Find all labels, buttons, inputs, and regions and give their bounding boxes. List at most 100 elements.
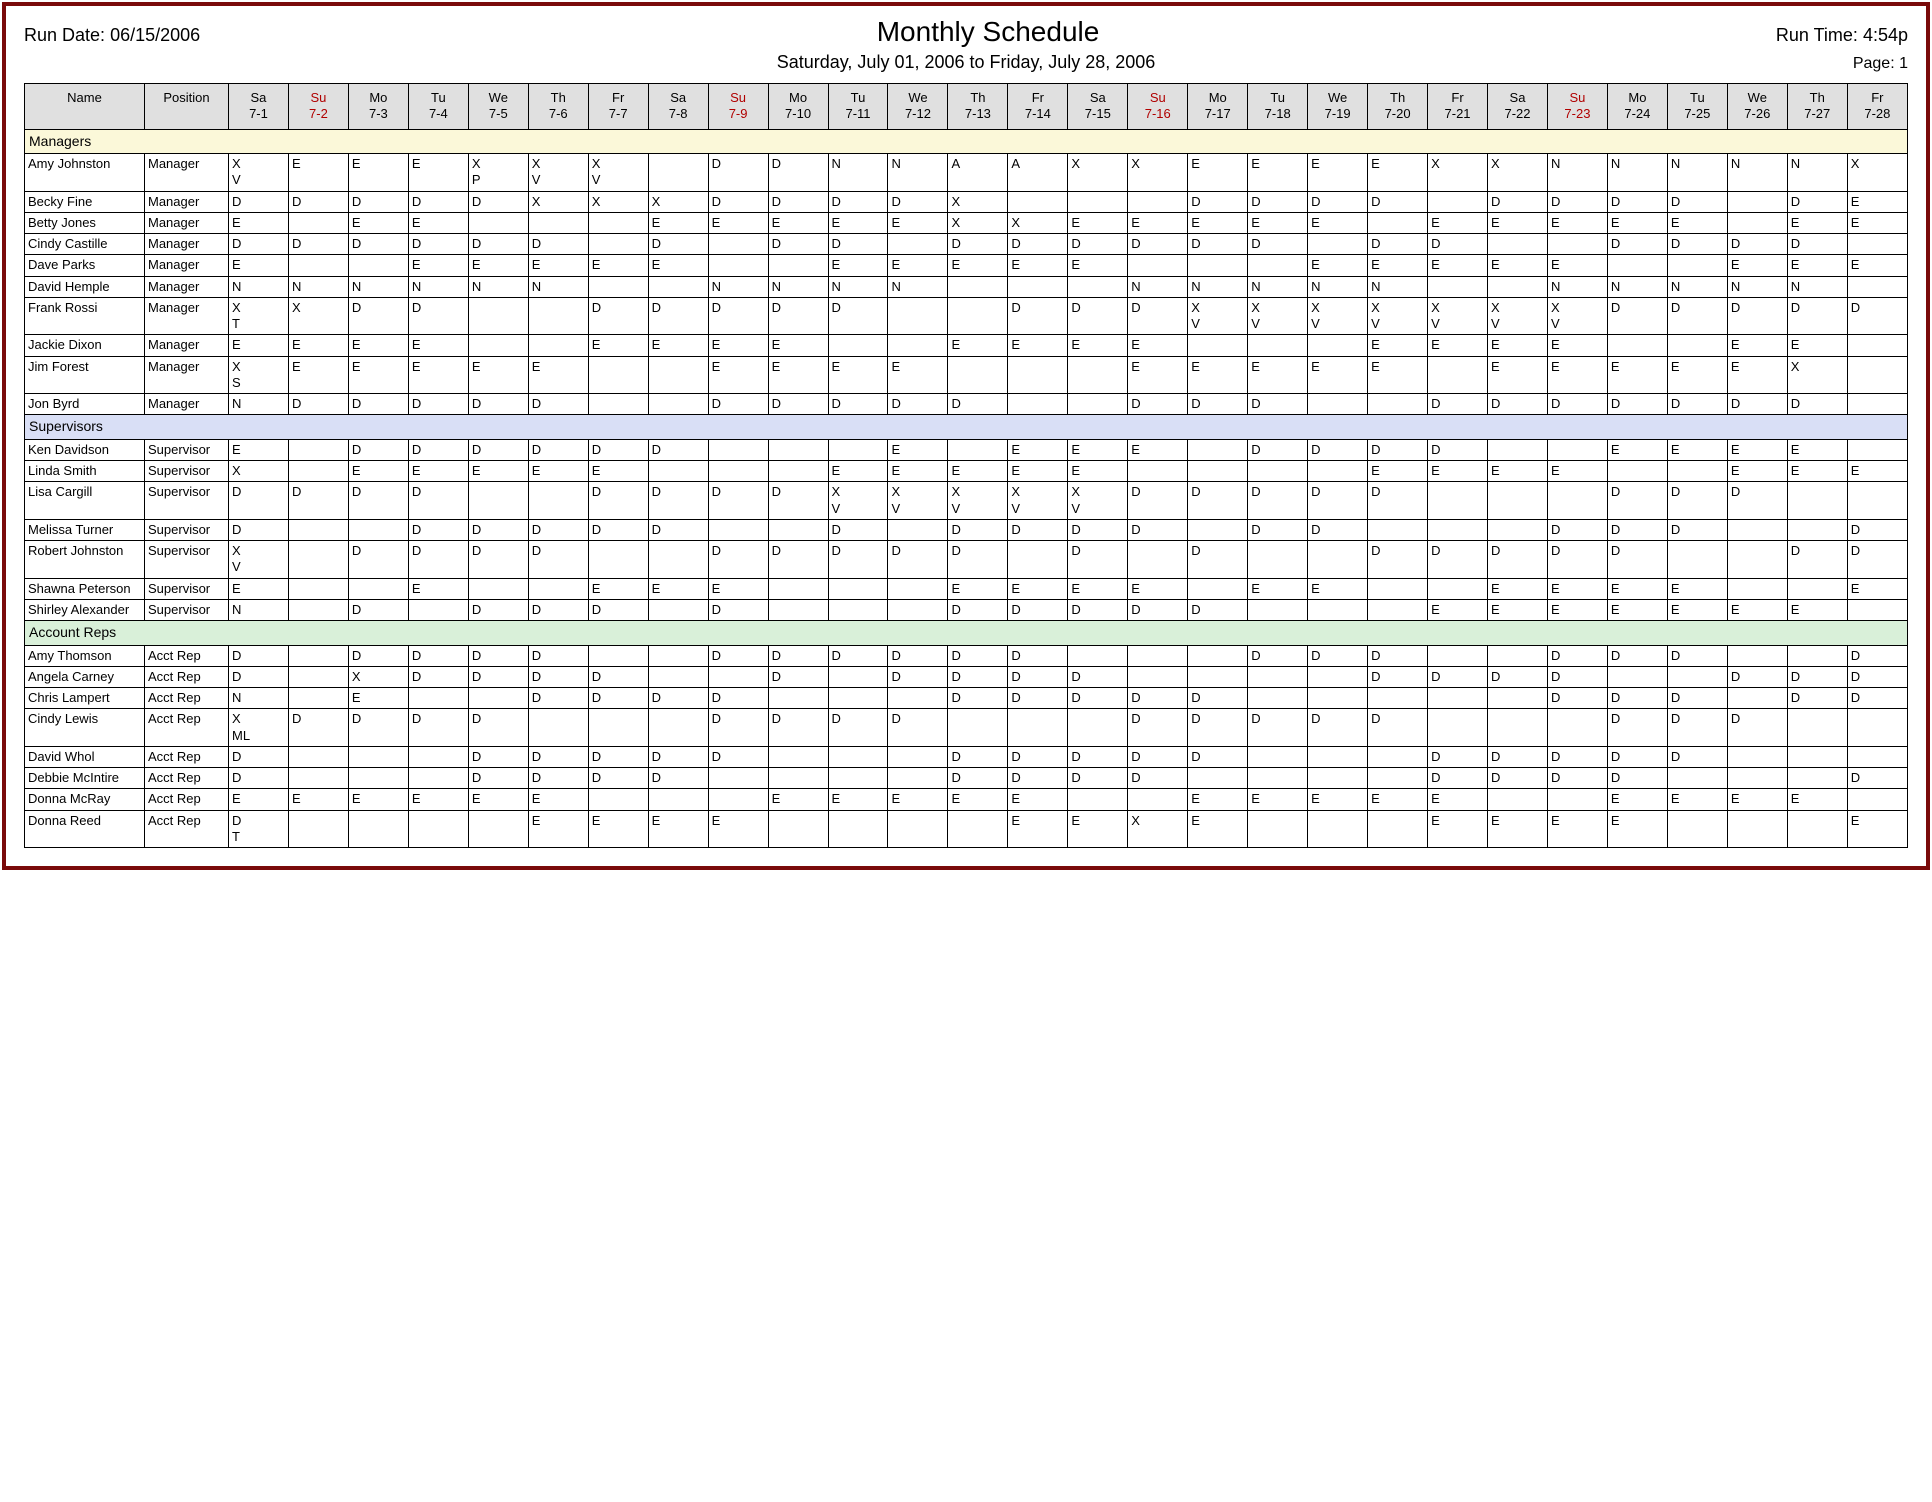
schedule-cell [288, 212, 348, 233]
col-day: Su7-16 [1128, 84, 1188, 130]
schedule-cell: E [528, 810, 588, 848]
schedule-cell [888, 578, 948, 599]
employee-name: Cindy Lewis [25, 709, 145, 747]
schedule-cell: E [1607, 810, 1667, 848]
schedule-cell: D [288, 191, 348, 212]
schedule-cell: D [468, 234, 528, 255]
schedule-cell: X V [828, 482, 888, 520]
schedule-cell: E [1727, 599, 1787, 620]
day-abbr: Tu [1250, 90, 1305, 106]
employee-position: Supervisor [145, 541, 229, 579]
schedule-cell: D [708, 688, 768, 709]
col-day: Sa7-15 [1068, 84, 1128, 130]
day-date: 7-15 [1085, 106, 1111, 121]
schedule-cell [1128, 666, 1188, 687]
schedule-cell [1428, 356, 1488, 394]
schedule-cell [1547, 482, 1607, 520]
schedule-cell: X ML [229, 709, 289, 747]
schedule-cell: X [288, 297, 348, 335]
schedule-cell [648, 154, 708, 192]
report-title: Monthly Schedule [200, 16, 1776, 48]
schedule-cell [288, 645, 348, 666]
schedule-cell [1248, 541, 1308, 579]
schedule-cell: D [708, 394, 768, 415]
schedule-cell [1488, 709, 1548, 747]
schedule-cell: E [528, 461, 588, 482]
schedule-cell [588, 394, 648, 415]
day-date: 7-1 [249, 106, 268, 121]
schedule-cell [708, 519, 768, 540]
schedule-cell: D [1607, 482, 1667, 520]
employee-position: Acct Rep [145, 746, 229, 767]
schedule-cell [348, 768, 408, 789]
col-day: Th7-6 [528, 84, 588, 130]
day-abbr: Su [291, 90, 346, 106]
schedule-cell: D [348, 599, 408, 620]
schedule-cell [588, 541, 648, 579]
table-row: Jackie DixonManagerEEEEEEEEEEEEEEEEEE [25, 335, 1908, 356]
schedule-cell: X S [229, 356, 289, 394]
schedule-cell: N [828, 154, 888, 192]
schedule-cell: D [348, 191, 408, 212]
schedule-cell: X [528, 191, 588, 212]
schedule-cell: D [768, 645, 828, 666]
col-day: We7-5 [468, 84, 528, 130]
schedule-cell [1128, 645, 1188, 666]
schedule-cell: D [708, 191, 768, 212]
table-row: Lisa CargillSupervisorDDDDDDDDX VX VX VX… [25, 482, 1908, 520]
schedule-cell: D [1667, 746, 1727, 767]
schedule-cell: D [1667, 482, 1727, 520]
schedule-cell [588, 645, 648, 666]
schedule-cell: X V [1547, 297, 1607, 335]
schedule-cell: E [1428, 461, 1488, 482]
schedule-cell: E [229, 335, 289, 356]
schedule-cell: D [1008, 519, 1068, 540]
schedule-cell: E [1787, 439, 1847, 460]
schedule-cell: D [229, 234, 289, 255]
day-date: 7-19 [1325, 106, 1351, 121]
schedule-cell [1847, 234, 1907, 255]
day-date: 7-9 [729, 106, 748, 121]
schedule-cell: E [1368, 461, 1428, 482]
schedule-cell: D [768, 394, 828, 415]
schedule-cell [1727, 810, 1787, 848]
schedule-cell: E [1428, 212, 1488, 233]
schedule-cell: E [1547, 810, 1607, 848]
employee-position: Supervisor [145, 519, 229, 540]
schedule-cell: E [468, 461, 528, 482]
schedule-cell: D [588, 482, 648, 520]
schedule-cell: D [1607, 746, 1667, 767]
schedule-cell [828, 768, 888, 789]
schedule-cell: N [1128, 276, 1188, 297]
schedule-cell: X V [888, 482, 948, 520]
day-date: 7-13 [965, 106, 991, 121]
schedule-cell: E [708, 578, 768, 599]
schedule-cell: N [229, 276, 289, 297]
schedule-cell: D [828, 297, 888, 335]
day-date: 7-7 [609, 106, 628, 121]
schedule-cell: D [408, 394, 468, 415]
schedule-cell: X V [948, 482, 1008, 520]
schedule-cell: E [1368, 335, 1428, 356]
schedule-cell [1607, 335, 1667, 356]
schedule-cell: D [948, 234, 1008, 255]
schedule-cell: E [648, 212, 708, 233]
schedule-cell: E [229, 789, 289, 810]
schedule-cell: E [288, 356, 348, 394]
schedule-cell: D [1667, 688, 1727, 709]
schedule-cell [1847, 276, 1907, 297]
schedule-cell: N [229, 688, 289, 709]
schedule-cell: E [768, 335, 828, 356]
table-row: Ken DavidsonSupervisorEDDDDDDEEEEDDDDEEE… [25, 439, 1908, 460]
schedule-cell: D [348, 297, 408, 335]
table-row: Jon ByrdManagerNDDDDDDDDDDDDDDDDDDDD [25, 394, 1908, 415]
day-abbr: Su [1130, 90, 1185, 106]
schedule-cell: D [468, 709, 528, 747]
schedule-cell: D [1547, 191, 1607, 212]
col-day: Fr7-21 [1428, 84, 1488, 130]
table-row: Dave ParksManagerEEEEEEEEEEEEEEEEEEE [25, 255, 1908, 276]
schedule-cell: D [1188, 234, 1248, 255]
schedule-cell [1008, 356, 1068, 394]
schedule-cell [828, 599, 888, 620]
schedule-cell: E [1787, 212, 1847, 233]
